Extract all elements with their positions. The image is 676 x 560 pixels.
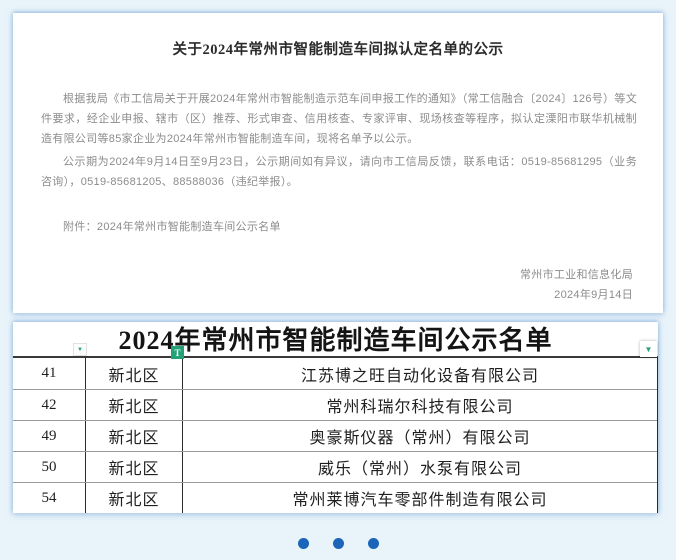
table-row: 41 新北区 江苏博之旺自动化设备有限公司 <box>13 358 657 389</box>
pagination-dot-1[interactable] <box>298 538 309 549</box>
cell-company-name: 常州莱博汽车零部件制造有限公司 <box>183 483 657 513</box>
table-row: 50 新北区 威乐（常州）水泵有限公司 <box>13 451 657 482</box>
cell-company-name: 威乐（常州）水泵有限公司 <box>183 452 657 482</box>
cell-district: 新北区 <box>86 483 183 513</box>
issuer-name: 常州市工业和信息化局 <box>13 265 633 285</box>
cell-serial-number: 41 <box>13 358 86 389</box>
page: 关于2024年常州市智能制造车间拟认定名单的公示 根据我局《市工信局关于开展20… <box>0 0 676 560</box>
cell-company-name: 江苏博之旺自动化设备有限公司 <box>183 358 657 389</box>
table-row: 49 新北区 奥豪斯仪器（常州）有限公司 <box>13 420 657 451</box>
table-row: 42 新北区 常州科瑞尔科技有限公司 <box>13 389 657 420</box>
cell-serial-number: 54 <box>13 483 86 513</box>
cell-district: 新北区 <box>86 358 183 389</box>
table-body: 41 新北区 江苏博之旺自动化设备有限公司 42 新北区 常州科瑞尔科技有限公司… <box>13 358 658 513</box>
cell-serial-number: 50 <box>13 452 86 482</box>
signature-block: 常州市工业和信息化局 2024年9月14日 <box>13 265 663 305</box>
cell-company-name: 奥豪斯仪器（常州）有限公司 <box>183 421 657 451</box>
announcement-document-card: 关于2024年常州市智能制造车间拟认定名单的公示 根据我局《市工信局关于开展20… <box>13 13 663 313</box>
announcement-body: 根据我局《市工信局关于开展2024年常州市智能制造示范车间申报工作的通知》（常工… <box>41 89 637 192</box>
pagination-dot-2[interactable] <box>333 538 344 549</box>
announcement-paragraph-2: 公示期为2024年9月14日至9月23日，公示期间如有异议，请向市工信局反馈，联… <box>41 152 637 192</box>
table-row: 54 新北区 常州莱博汽车零部件制造有限公司 <box>13 482 657 513</box>
public-list-table-card: 2024年常州市智能制造车间公示名单 ▼ T ▼ 41 新北区 江苏博之旺自动化… <box>13 322 658 513</box>
attachment-line: 附件：2024年常州市智能制造车间公示名单 <box>41 217 637 237</box>
cell-serial-number: 42 <box>13 390 86 420</box>
announcement-paragraph-1: 根据我局《市工信局关于开展2024年常州市智能制造示范车间申报工作的通知》（常工… <box>41 89 637 149</box>
cell-district: 新北区 <box>86 452 183 482</box>
cell-district: 新北区 <box>86 390 183 420</box>
table-title: 2024年常州市智能制造车间公示名单 <box>13 322 658 360</box>
page-title: 关于2024年常州市智能制造车间拟认定名单的公示 <box>13 13 663 60</box>
filter-badge-icon[interactable]: T <box>171 346 184 359</box>
cell-district: 新北区 <box>86 421 183 451</box>
table-title-row: 2024年常州市智能制造车间公示名单 ▼ T ▼ <box>13 322 658 358</box>
pagination-dot-3[interactable] <box>368 538 379 549</box>
column-filter-icon[interactable]: ▼ <box>73 343 87 356</box>
corner-filter-icon[interactable]: ▼ <box>640 341 657 357</box>
cell-company-name: 常州科瑞尔科技有限公司 <box>183 390 657 420</box>
issue-date: 2024年9月14日 <box>13 285 633 305</box>
cell-serial-number: 49 <box>13 421 86 451</box>
pagination-dots <box>0 538 676 549</box>
